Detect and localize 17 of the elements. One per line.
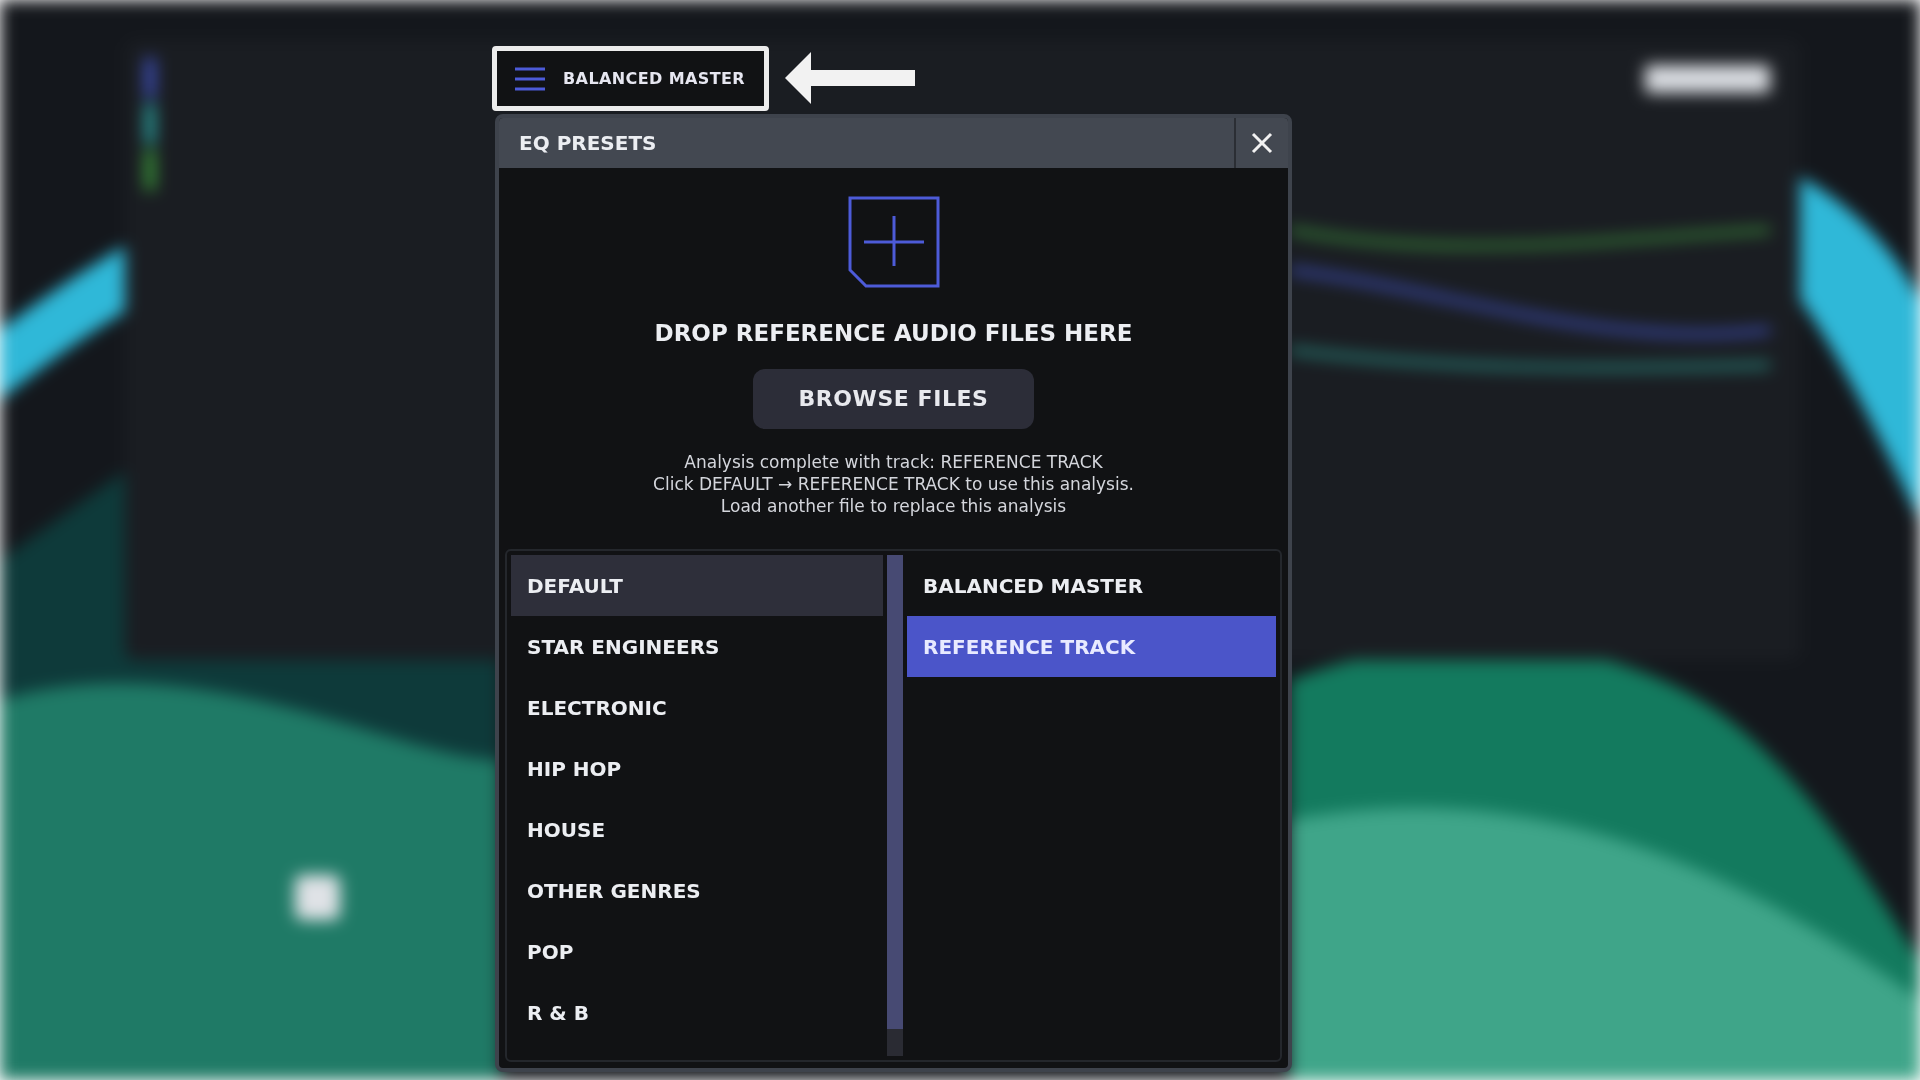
status-text: Load another file to replace this analysis <box>720 494 1067 517</box>
category-item[interactable]: OTHER GENRES <box>511 860 883 921</box>
drop-heading: DROP REFERENCE AUDIO FILES HERE <box>654 319 1133 348</box>
status-text: Analysis complete with track: REFERENCE TRACK <box>684 450 1103 473</box>
dialog-title: EQ PRESETS <box>519 130 657 157</box>
category-item[interactable]: HOUSE <box>511 799 883 860</box>
category-item[interactable]: R & B <box>511 982 883 1043</box>
category-item[interactable]: HIP HOP <box>511 738 883 799</box>
preset-menu-button[interactable]: BALANCED MASTER <box>492 46 769 111</box>
category-item[interactable]: DEFAULT <box>511 555 883 616</box>
category-item[interactable]: ELECTRONIC <box>511 677 883 738</box>
status-text: Click DEFAULT → REFERENCE TRACK to use this analysis. <box>653 472 1134 495</box>
category-item[interactable]: POP <box>511 921 883 982</box>
category-item[interactable]: STAR ENGINEERS <box>511 616 883 677</box>
preset-item[interactable]: BALANCED MASTER <box>907 555 1276 616</box>
browse-files-button[interactable]: BROWSE FILES <box>753 368 1034 429</box>
preset-item[interactable]: REFERENCE TRACK <box>907 616 1276 677</box>
